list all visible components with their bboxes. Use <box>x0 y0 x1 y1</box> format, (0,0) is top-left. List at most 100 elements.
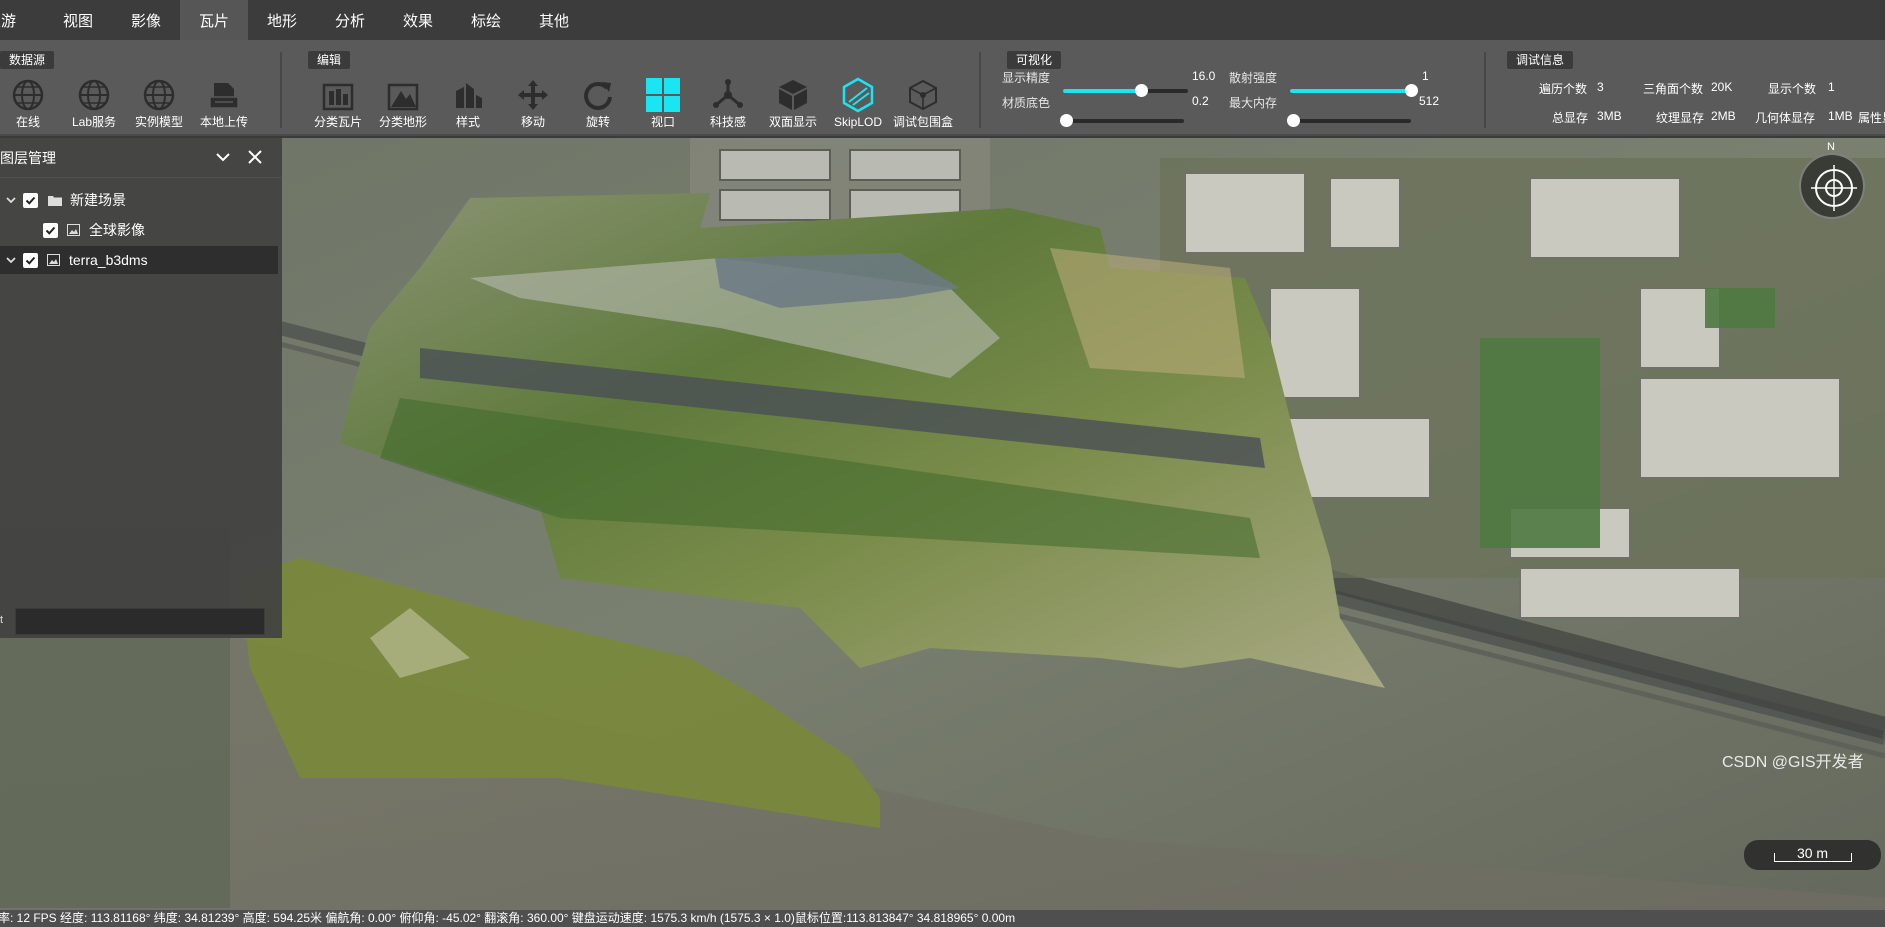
buildings-icon <box>448 76 488 114</box>
move-button[interactable]: 移动 <box>500 76 566 130</box>
tech-style-button[interactable]: 科技感 <box>695 76 761 130</box>
satellite-scene <box>0 138 1885 910</box>
layer-checkbox[interactable] <box>23 192 38 208</box>
material-slider[interactable] <box>1060 114 1184 127</box>
display-precision-label: 显示精度 <box>1002 70 1051 85</box>
image-icon <box>47 254 60 266</box>
slider-fill <box>1063 89 1141 93</box>
move-label: 移动 <box>520 115 545 129</box>
menu-tab-effects[interactable]: 效果 <box>384 0 452 40</box>
triangle-count-value: 20K <box>1711 80 1733 94</box>
compass-widget[interactable]: N <box>1797 141 1867 221</box>
skip-lod-button[interactable]: SkipLOD <box>825 76 891 130</box>
status-bar: 帧率: 12 FPS 经度: 113.81168° 纬度: 34.81239° … <box>0 910 1885 927</box>
slider-knob[interactable] <box>1287 114 1300 127</box>
menu-tab-label: 分析 <box>334 12 365 30</box>
classify-tiles-icon <box>318 76 358 114</box>
tree-item-global-imagery[interactable]: 全球影像 <box>0 216 282 244</box>
menu-tab-label: 瓦片 <box>198 12 229 30</box>
menu-tab-terrain[interactable]: 地形 <box>248 0 316 40</box>
debug-bbox-label: 调试包围盒 <box>892 115 953 129</box>
green-lawn <box>1705 288 1775 328</box>
menu-tab-label: 效果 <box>402 12 433 30</box>
scatter-slider[interactable] <box>1290 84 1418 97</box>
skip-lod-label: SkipLOD <box>833 115 883 129</box>
lab-service-button[interactable]: Lab服务 <box>61 76 127 130</box>
display-count-label: 显示个数 <box>1768 82 1817 96</box>
layer-filter-input[interactable] <box>15 608 265 635</box>
bounding-box-icon <box>903 76 943 114</box>
classify-tiles-button[interactable]: 分类瓦片 <box>305 76 371 130</box>
classify-tiles-label: 分类瓦片 <box>313 115 362 129</box>
style-label: 样式 <box>455 115 480 129</box>
group-title-visual: 可视化 <box>1007 51 1062 69</box>
display-precision-value: 16.0 <box>1192 69 1216 83</box>
online-button-label: 在线 <box>15 115 40 129</box>
menu-tab-plot[interactable]: 标绘 <box>452 0 520 40</box>
group-title-edit: 编辑 <box>308 51 351 69</box>
tree-item-label: terra_b3dms <box>69 252 148 268</box>
slider-knob[interactable] <box>1135 84 1148 97</box>
local-upload-button[interactable]: 本地上传 <box>191 76 257 130</box>
group-separator <box>979 52 981 128</box>
online-button[interactable]: 在线 <box>0 76 61 130</box>
rotate-button[interactable]: 旋转 <box>565 76 631 130</box>
display-precision-slider[interactable] <box>1063 84 1188 97</box>
total-mem-value: 3MB <box>1597 109 1622 123</box>
folder-icon <box>48 194 62 206</box>
collapse-chevron-icon[interactable] <box>215 149 231 165</box>
globe-icon <box>74 76 114 114</box>
group-title-debug: 调试信息 <box>1507 51 1574 69</box>
style-button[interactable]: 样式 <box>435 76 501 130</box>
slider-knob[interactable] <box>1405 84 1418 97</box>
expand-chevron-icon[interactable] <box>5 254 19 266</box>
rotate-label: 旋转 <box>585 115 610 129</box>
menu-tab-label: 标绘 <box>470 12 501 30</box>
image-icon <box>67 224 80 236</box>
slider-fill <box>1290 89 1411 93</box>
3d-viewer-canvas[interactable]: N 30 m CSDN @GIS开发者 <box>0 138 1885 910</box>
layer-checkbox[interactable] <box>23 252 38 268</box>
menu-tab-other[interactable]: 其他 <box>520 0 588 40</box>
layer-panel-header: 图层管理 <box>0 138 282 178</box>
menu-tab-view[interactable]: 视图 <box>44 0 112 40</box>
expand-chevron-icon[interactable] <box>5 194 19 206</box>
filter-label: t <box>0 614 4 626</box>
total-mem-label: 总显存 <box>1552 111 1589 125</box>
tree-item-new-scene[interactable]: 新建场景 <box>0 186 282 214</box>
double-sided-button[interactable]: 双面显示 <box>760 76 826 130</box>
move-arrows-icon <box>513 76 553 114</box>
group-separator <box>280 52 282 128</box>
compass-north-label: N <box>1827 141 1835 153</box>
menu-tab-analysis[interactable]: 分析 <box>316 0 384 40</box>
geometry-mem-value: 1MB <box>1828 109 1853 123</box>
slider-knob[interactable] <box>1060 114 1073 127</box>
traverse-count-value: 3 <box>1597 80 1604 94</box>
skip-lod-icon <box>838 76 878 114</box>
classify-terrain-button[interactable]: 分类地形 <box>370 76 436 130</box>
menu-tab-roam[interactable]: 漫游 <box>0 0 44 40</box>
scale-bar-line <box>1774 853 1852 862</box>
menu-tab-tiles[interactable]: 瓦片 <box>180 0 248 40</box>
rotate-icon <box>578 76 618 114</box>
scale-bar: 30 m <box>1744 840 1881 870</box>
lab-service-label: Lab服务 <box>71 115 117 129</box>
menu-tab-imagery[interactable]: 影像 <box>112 0 180 40</box>
tree-item-label: 新建场景 <box>70 192 126 208</box>
debug-bbox-button[interactable]: 调试包围盒 <box>890 76 956 130</box>
layer-checkbox[interactable] <box>43 222 58 238</box>
upload-file-icon <box>204 76 244 114</box>
instance-model-button[interactable]: 实例模型 <box>126 76 192 130</box>
menu-tab-label: 其他 <box>538 12 569 30</box>
triangle-count-label: 三角面个数 <box>1643 82 1704 96</box>
max-memory-slider[interactable] <box>1287 114 1411 127</box>
green-lawn <box>1480 338 1600 548</box>
geometry-mem-label: 几何体显存 <box>1755 111 1816 125</box>
material-value: 0.2 <box>1192 94 1209 108</box>
viewport-button[interactable]: 视口 <box>630 76 696 130</box>
scatter-label: 散射强度 <box>1229 70 1278 85</box>
local-upload-label: 本地上传 <box>199 115 248 129</box>
watermark: CSDN @GIS开发者 <box>1722 754 1864 771</box>
tree-item-terra-b3dms[interactable]: terra_b3dms <box>0 246 278 274</box>
close-icon[interactable] <box>247 149 263 165</box>
